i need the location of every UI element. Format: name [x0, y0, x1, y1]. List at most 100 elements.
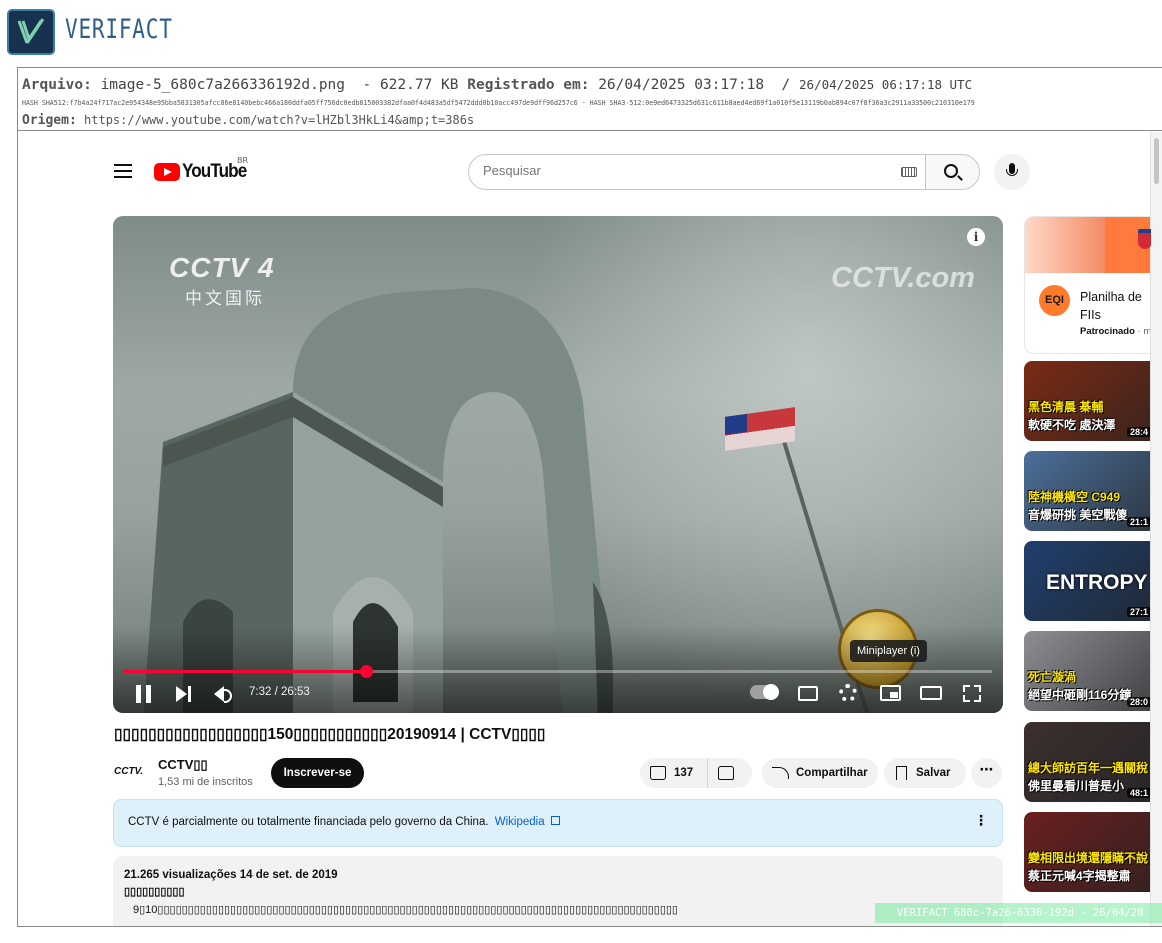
scrollbar-thumb[interactable] — [1154, 138, 1159, 184]
cctv4-subtitle: 中文国际 — [185, 289, 265, 309]
volume-icon[interactable] — [214, 686, 234, 703]
progress-played — [123, 670, 367, 673]
search-button[interactable] — [926, 154, 980, 190]
description-box[interactable]: 21.265 visualizações 14 de set. de 2019 … — [113, 856, 1003, 926]
sponsored-ad-card[interactable]: EQI Planilha de FIIs Patrocinado · m — [1024, 216, 1151, 354]
description-text: 9▯10▯▯▯▯▯▯▯▯▯▯▯▯▯▯▯▯▯▯▯▯▯▯▯▯▯▯▯▯▯▯▯▯▯▯▯▯… — [133, 904, 678, 916]
more-actions-button[interactable]: ⋯ — [971, 758, 1002, 788]
funding-text: CCTV é parcialmente ou totalmente financ… — [128, 816, 489, 828]
origin-label: Origem: — [22, 113, 77, 128]
subscriber-count: 1,53 mi de inscritos — [158, 776, 253, 788]
country-code: BR — [237, 156, 249, 165]
bookmark-icon — [896, 766, 907, 780]
recommended-video-thumbnail[interactable]: 陸神機橫空 C949 音爆研挑 美空戰傻 21:1 — [1024, 451, 1151, 531]
thumbnail-title-text: 變相限出境還隱瞞不說 — [1028, 851, 1149, 865]
save-label: Salvar — [916, 767, 951, 779]
video-duration-badge: 21:1 — [1126, 517, 1151, 527]
channel-avatar[interactable]: CCTV. — [114, 762, 148, 782]
autoplay-toggle-icon[interactable] — [750, 684, 779, 700]
sponsored-suffix: · m — [1134, 326, 1151, 337]
registered-label: Registrado em: — [467, 77, 590, 93]
hash-line: HASH SHA512:f7b4a24f717ac2e954348e95bba5… — [22, 99, 975, 107]
verifact-header: VERIFACT — [0, 0, 1162, 66]
theater-mode-icon[interactable] — [920, 686, 942, 700]
thumbs-down-icon[interactable] — [718, 766, 734, 780]
like-count: 137 — [674, 767, 694, 779]
subscribe-button[interactable]: Inscrever-se — [271, 758, 364, 788]
youtube-page: YouTube BR Pesquisar CCTV 4 中文国际 CCTV.co… — [18, 132, 1151, 926]
like-dislike-group: 137 — [640, 758, 752, 788]
thumbnail-subtitle-text: 佛里曼看川普是小 — [1028, 779, 1125, 793]
progress-bar[interactable] — [123, 665, 992, 678]
recommended-video-thumbnail[interactable]: ENTROPY 27:1 — [1024, 541, 1151, 621]
voice-search-button[interactable] — [994, 154, 1030, 190]
thumbs-up-icon — [650, 766, 666, 780]
thumbnail-title-text: 死亡漩渦 — [1028, 670, 1077, 684]
ad-advertiser-logo: EQI — [1039, 285, 1070, 316]
verifact-logo — [7, 9, 55, 55]
wikipedia-link[interactable]: Wikipedia — [495, 816, 545, 828]
video-title: ▯▯▯▯▯▯▯▯▯▯▯▯▯▯▯▯▯▯150▯▯▯▯▯▯▯▯▯▯▯20190914… — [114, 726, 546, 743]
external-link-icon — [550, 816, 560, 825]
menu-icon[interactable] — [114, 164, 132, 178]
video-duration-badge: 28:4 — [1126, 427, 1151, 437]
registered-utc: 26/04/2025 06:17:18 UTC — [799, 77, 973, 92]
fullscreen-icon[interactable] — [963, 685, 981, 702]
thumbnail-subtitle-text: 絕望中砸剛116分鐘 — [1028, 688, 1132, 702]
share-button[interactable]: Compartilhar — [762, 758, 878, 788]
video-player[interactable]: CCTV 4 中文国际 CCTV.com i Miniplayer (i) 7:… — [113, 216, 1003, 713]
video-duration-badge: 27:1 — [1126, 607, 1151, 617]
notice-menu-button[interactable]: ⋮ — [974, 813, 988, 829]
file-name: image-5_680c7a266336192d.png — [100, 77, 346, 93]
cctv-com-watermark: CCTV.com — [831, 262, 975, 294]
search-box — [468, 154, 926, 190]
miniplayer-icon[interactable] — [880, 685, 901, 701]
recommended-video-thumbnail[interactable]: 變相限出境還隱瞞不說 蔡正元喊4字揭整肅 — [1024, 812, 1151, 892]
search-icon — [944, 164, 958, 178]
channel-name[interactable]: CCTV▯▯ — [158, 757, 208, 773]
page-scrollbar[interactable] — [1150, 132, 1162, 926]
origin-line: Origem: https://www.youtube.com/watch?v=… — [22, 113, 474, 128]
separator: / — [781, 77, 791, 93]
like-button[interactable]: 137 — [640, 758, 708, 788]
settings-gear-icon[interactable] — [839, 684, 857, 702]
share-label: Compartilhar — [796, 767, 868, 779]
subtitles-icon[interactable] — [798, 686, 818, 701]
keyboard-icon[interactable] — [901, 167, 917, 177]
youtube-play-icon — [154, 163, 180, 181]
video-duration-badge: 28:0 — [1126, 697, 1151, 707]
video-duration-badge: 48:1 — [1126, 788, 1151, 798]
save-button[interactable]: Salvar — [884, 758, 966, 788]
funding-notice: CCTV é parcialmente ou totalmente financ… — [113, 799, 1003, 847]
thumbnail-title-text: 陸神機橫空 C949 — [1028, 490, 1121, 504]
view-stats: 21.265 visualizações 14 de set. de 2019 — [124, 869, 338, 881]
origin-url: https://www.youtube.com/watch?v=lHZbl3Hk… — [84, 113, 475, 127]
recommended-video-thumbnail[interactable]: 總大師訪百年一遇關稅 佛里曼看川普是小 48:1 — [1024, 722, 1151, 802]
next-icon[interactable] — [176, 686, 192, 702]
file-info-line: Arquivo: image-5_680c7a266336192d.png - … — [22, 77, 972, 93]
thumbnail-subtitle-text: 音爆研挑 美空戰傻 — [1028, 508, 1128, 522]
thumbnail-title-text: 黑色清晨 棊輔 — [1028, 400, 1104, 414]
search-input[interactable] — [483, 163, 883, 178]
thumbnail-subtitle-text: 蔡正元喊4字揭整肅 — [1028, 869, 1131, 883]
cctv4-overlay: CCTV 4 中文国际 — [169, 252, 275, 309]
file-size: - 622.77 KB — [362, 77, 459, 93]
shield-icon — [1138, 229, 1151, 249]
ad-sponsored-line: Patrocinado · m — [1080, 326, 1151, 337]
capture-frame: Arquivo: image-5_680c7a266336192d.png - … — [17, 67, 1162, 927]
recommended-video-thumbnail[interactable]: 死亡漩渦絕望中砸剛116分鐘 28:0 — [1024, 631, 1151, 711]
thumbnail-subtitle-text: 軟硬不吃 處決澤 — [1028, 418, 1116, 432]
share-icon — [772, 767, 789, 779]
time-display: 7:32 / 26:53 — [249, 686, 310, 698]
recommended-video-thumbnail[interactable]: 黑色清晨 棊輔 軟硬不吃 處決澤 28:4 — [1024, 361, 1151, 441]
thumbnail-title-text: ENTROPY — [1046, 571, 1148, 594]
verifact-watermark: VERIFACT 680c-7a26-6336-192d - 26/04/20 — [875, 903, 1162, 923]
info-icon[interactable]: i — [967, 228, 985, 246]
description-heading: ▯▯▯▯▯▯▯▯▯▯ — [124, 886, 185, 898]
capture-metadata: Arquivo: image-5_680c7a266336192d.png - … — [18, 68, 1162, 131]
verifact-brand: VERIFACT — [65, 14, 173, 45]
ad-title: Planilha de FIIs — [1080, 290, 1142, 322]
sponsored-label: Patrocinado — [1080, 326, 1135, 337]
pause-icon[interactable] — [136, 685, 152, 703]
ad-banner — [1025, 217, 1151, 273]
